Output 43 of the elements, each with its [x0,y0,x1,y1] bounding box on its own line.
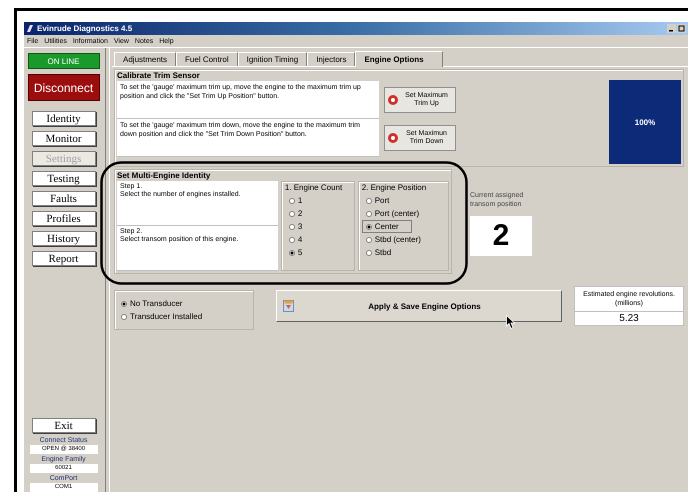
engine-position-radio[interactable]: Stbd [362,246,396,259]
transducer-radio[interactable]: Transducer Installed [117,310,206,323]
record-icon [388,133,398,143]
group-title: 2. Engine Position [362,183,428,192]
group-title: Calibrate Trim Sensor [117,71,201,80]
tab[interactable]: Ignition Timing [238,52,308,66]
group-title: 1. Engine Count [284,183,344,192]
tab[interactable]: Adjustments [114,52,176,66]
gauge-reading: 100% [634,118,656,126]
engine-count-radio[interactable]: 1 [284,194,306,207]
engine-position-radio[interactable]: Port [362,194,394,207]
record-icon [388,95,398,105]
engine-position-radio[interactable]: Port (center) [362,207,424,220]
disconnect-button[interactable]: Disconnect [28,74,100,101]
engine-position-radio[interactable]: Stbd (center) [362,233,425,246]
group-title: Set Multi-Engine Identity [117,171,212,180]
nav-button[interactable]: Profiles [32,211,96,226]
nav-button[interactable]: Report [32,251,96,266]
status-indicator: ON LINE [28,53,100,69]
tab[interactable]: Engine Options [355,51,443,67]
nav-button[interactable]: Faults [32,191,96,206]
engine-count-radio[interactable]: 4 [284,233,306,246]
position-value: 2 [470,216,532,256]
nav-button[interactable]: History [32,231,96,246]
app-icon [26,24,34,33]
apply-save-button[interactable]: Apply & Save Engine Options [276,290,562,322]
tab[interactable]: Fuel Control [176,52,238,66]
revolutions-value: 5.23 [619,312,639,325]
engine-count-radio[interactable]: 5 [284,246,306,259]
engine-count-radio[interactable]: 2 [284,207,306,220]
minimize-icon[interactable] [667,24,676,33]
maximize-icon[interactable] [677,24,686,33]
save-icon [283,300,294,312]
nav-button[interactable]: Testing [32,171,96,186]
exit-button[interactable]: Exit [32,418,96,433]
nav-button[interactable]: Identity [32,111,96,126]
window-title: Evinrude Diagnostics 4.5 [37,24,132,33]
engine-position-radio[interactable]: Center [362,220,412,233]
transducer-radio[interactable]: No Transducer [117,297,186,310]
cursor-icon [506,315,516,330]
engine-count-radio[interactable]: 3 [284,220,306,233]
nav-button[interactable]: Monitor [32,131,96,146]
tab[interactable]: Injectors [307,52,356,66]
